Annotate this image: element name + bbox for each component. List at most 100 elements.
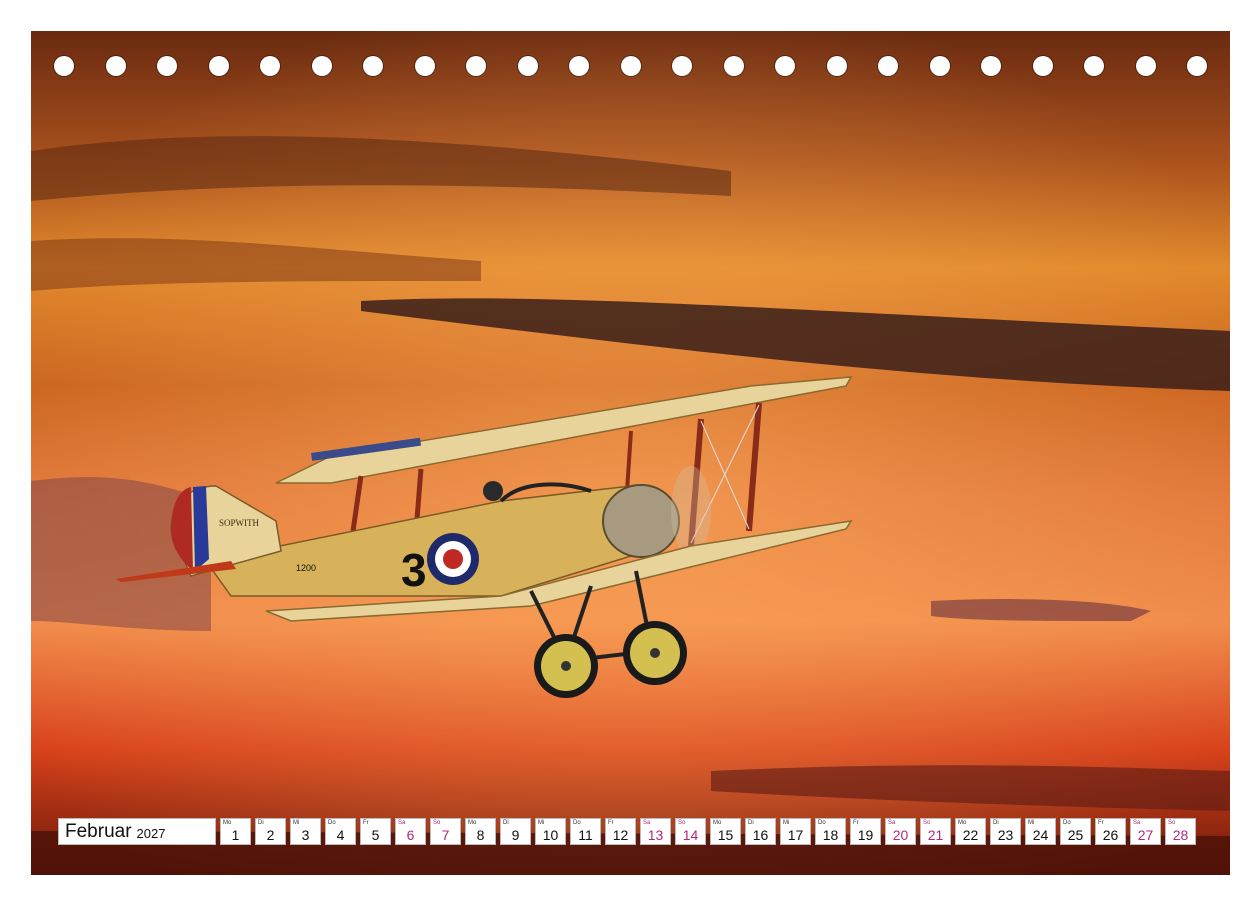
day-cell: Do 25 [1060,818,1091,845]
binding-hole [929,56,950,76]
weekday-label: Fr [1098,820,1104,826]
binding-hole [981,56,1001,76]
weekday-label: Do [1063,820,1071,826]
day-cell: So 21 [920,818,951,845]
weekday-label: So [923,820,931,826]
month-label: Februar 2027 [58,818,216,845]
roundel [427,533,479,585]
weekday-label: Sa [643,820,651,826]
day-number: 6 [406,827,415,843]
day-cell: Do 11 [570,818,601,845]
day-cells: Mo 1 Di 2 Mi 3 Do 4 Fr 5 Sa 6 So 7 Mo 8 Di 9 Mi 10 Do 11 Fr 12 S… [220,818,1196,847]
calendar-page: SOPWITH 3 1200 Februar 2027 Mo 1 Di 2 Mi… [31,31,1230,875]
day-cell: Fr 26 [1095,818,1126,845]
day-number: 16 [752,827,769,843]
day-number: 13 [647,827,664,843]
day-number: 7 [441,827,450,843]
day-number: 11 [578,827,593,843]
month-name: Februar [65,820,132,842]
weekday-label: Mo [958,820,967,826]
day-number: 21 [927,827,944,843]
weekday-label: Sa [888,820,896,826]
weekday-label: So [1168,820,1176,826]
day-cell: Fr 12 [605,818,636,845]
day-cell: Mo 8 [465,818,496,845]
day-cell: So 7 [430,818,461,845]
day-number: 8 [476,827,485,843]
weekday-label: Mo [713,820,722,826]
day-number: 19 [857,827,874,843]
weekday-label: Mi [293,820,300,826]
weekday-label: Do [818,820,826,826]
binding-hole [414,56,435,76]
sunset-biplane-photo: SOPWITH 3 1200 [31,31,1230,875]
weekday-label: Fr [608,820,614,826]
binding-hole [54,56,74,76]
year: 2027 [136,825,166,841]
day-cell: Mi 24 [1025,818,1056,845]
binding-hole [1032,56,1053,76]
binding-holes [31,31,1230,101]
tail-lettering: SOPWITH [219,518,259,528]
day-cell: Di 9 [500,818,531,845]
binding-hole [1187,56,1207,76]
binding-hole [260,56,280,76]
binding-hole [826,56,847,76]
weekday-label: Do [573,820,581,826]
weekday-label: Mi [538,820,545,826]
day-number: 26 [1102,827,1119,843]
day-cell: Do 4 [325,818,356,845]
day-number: 3 [301,827,310,843]
weekday-label: So [433,820,441,826]
binding-hole [1084,56,1104,76]
binding-hole [157,56,177,76]
serial-number: 1200 [296,563,316,573]
weekday-label: Di [993,820,999,826]
day-number: 1 [231,827,240,843]
day-cell: Mi 17 [780,818,811,845]
weekday-label: Di [258,820,264,826]
day-cell: Do 18 [815,818,846,845]
day-cell: Sa 6 [395,818,426,845]
day-cell: Mi 3 [290,818,321,845]
day-cell: Di 16 [745,818,776,845]
weekday-label: Sa [1133,820,1141,826]
day-cell: So 14 [675,818,706,845]
weekday-label: Mi [783,820,790,826]
weekday-label: Di [748,820,754,826]
weekday-label: Fr [853,820,859,826]
day-number: 27 [1137,827,1154,843]
binding-hole [878,56,898,76]
day-number: 23 [997,827,1014,843]
day-cell: Sa 13 [640,818,671,845]
binding-hole [620,56,641,76]
binding-hole [363,56,383,76]
binding-hole [466,56,486,76]
weekday-label: Mo [468,820,477,826]
day-number: 5 [371,827,380,843]
day-cell: Mo 15 [710,818,741,845]
binding-hole [569,56,589,76]
weekday-label: So [678,820,686,826]
day-number: 9 [511,827,520,843]
day-cell: Sa 27 [1130,818,1161,845]
day-cell: Fr 19 [850,818,881,845]
weekday-label: Mo [223,820,232,826]
day-number: 10 [542,827,559,843]
binding-hole [723,56,744,76]
day-number: 25 [1067,827,1084,843]
day-number: 4 [336,827,345,843]
day-cell: Di 2 [255,818,286,845]
day-number: 14 [682,827,699,843]
day-number: 20 [892,827,909,843]
binding-hole [775,56,795,76]
day-cell: Fr 5 [360,818,391,845]
binding-hole [105,56,126,76]
day-number: 17 [787,827,804,843]
day-cell: Mi 10 [535,818,566,845]
binding-hole [208,56,229,76]
wheel-left [534,634,598,698]
month-calendar-strip: Februar 2027 Mo 1 Di 2 Mi 3 Do 4 Fr 5 Sa 6 So 7 Mo 8 Di 9… [58,818,1196,847]
day-number: 24 [1032,827,1049,843]
day-number: 18 [822,827,839,843]
